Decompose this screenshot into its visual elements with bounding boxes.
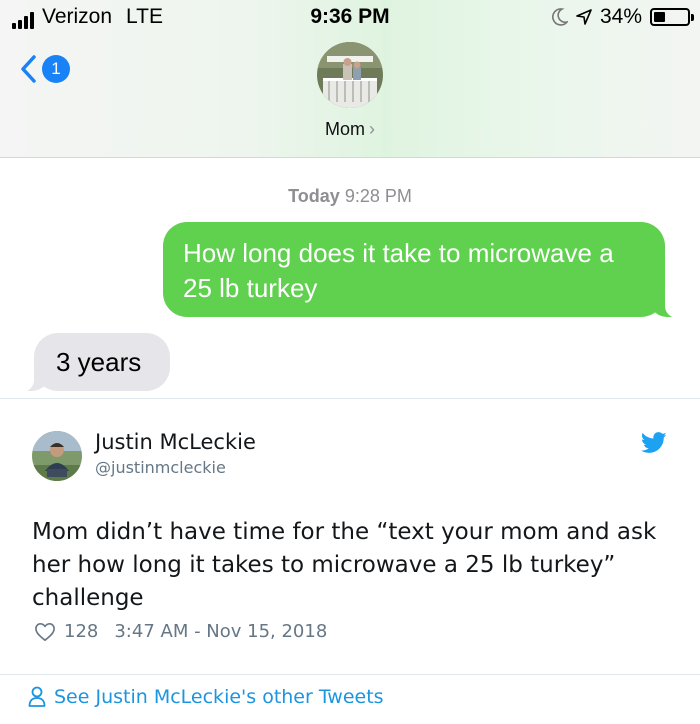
unread-badge: 1 (42, 55, 70, 83)
twitter-bird-icon[interactable] (641, 432, 667, 454)
heart-icon[interactable] (34, 622, 56, 642)
embedded-tweet: Justin McLeckie @justinmcleckie Mom didn… (0, 398, 700, 723)
contact-name-label: Mom (325, 119, 365, 139)
tweet-meta: 128 3:47 AM - Nov 15, 2018 (34, 621, 327, 642)
outgoing-message-text: How long does it take to microwave a 25 … (183, 238, 614, 303)
incoming-message-bubble[interactable]: 3 years (20, 333, 170, 392)
status-bar: Verizon LTE 9:36 PM 34% (0, 0, 700, 34)
back-chevron-icon (21, 55, 36, 83)
chevron-right-icon: › (369, 119, 375, 139)
do-not-disturb-moon-icon (552, 8, 568, 26)
author-handle[interactable]: @justinmcleckie (95, 458, 226, 477)
tweet-text: Mom didn’t have time for the “text your … (32, 519, 657, 611)
battery-percent: 34% (599, 5, 642, 28)
back-button[interactable]: 1 (20, 55, 70, 83)
location-arrow-icon (576, 9, 592, 25)
message-timestamp: Today 9:28 PM (0, 186, 700, 207)
see-other-tweets-link[interactable]: See Justin McLeckie's other Tweets (28, 686, 384, 708)
timestamp-time: 9:28 PM (344, 186, 412, 206)
imessage-screenshot: Verizon LTE 9:36 PM 34% 1 Mom › Today 9:… (0, 0, 700, 398)
author-name[interactable]: Justin McLeckie (95, 430, 256, 454)
author-avatar[interactable] (32, 431, 82, 481)
status-right: 34% (552, 5, 694, 29)
battery-icon (650, 8, 694, 26)
tweet-timestamp[interactable]: 3:47 AM - Nov 15, 2018 (114, 621, 327, 642)
person-icon (28, 686, 46, 707)
conversation-header: Verizon LTE 9:36 PM 34% 1 Mom › (0, 0, 700, 158)
incoming-message-text: 3 years (56, 347, 142, 377)
contact-name[interactable]: Mom › (0, 119, 700, 140)
contact-avatar[interactable] (317, 42, 383, 108)
tweet-footer: See Justin McLeckie's other Tweets (0, 674, 700, 724)
timestamp-day: Today (288, 186, 340, 206)
see-other-tweets-label: See Justin McLeckie's other Tweets (54, 686, 384, 708)
like-count[interactable]: 128 (64, 621, 98, 642)
outgoing-message-bubble[interactable]: How long does it take to microwave a 25 … (163, 222, 679, 318)
